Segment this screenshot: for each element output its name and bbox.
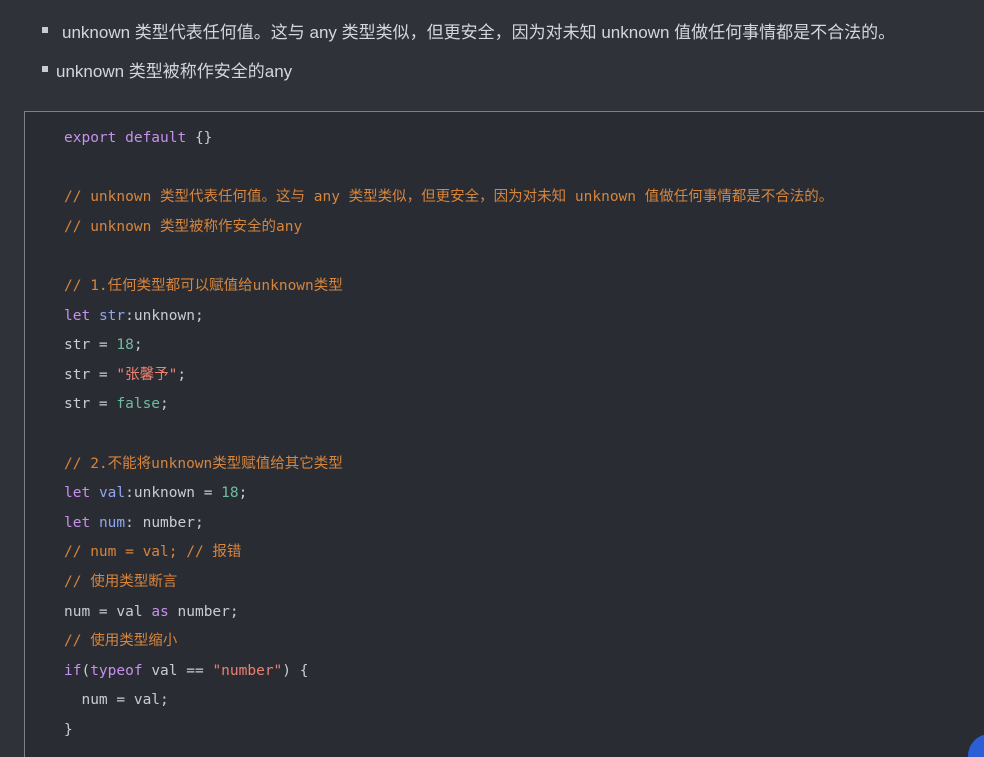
bullet-text: unknown 类型代表任何值。这与 any 类型类似，但更安全，因为对未知 u… bbox=[62, 22, 896, 42]
bullet-text: unknown 类型被称作安全的any bbox=[56, 61, 293, 81]
code-token: // unknown 类型被称作安全的any bbox=[64, 218, 303, 235]
code-line: let val:unknown = 18; bbox=[64, 479, 833, 509]
code-token: let bbox=[64, 307, 91, 324]
code-line: // unknown 类型被称作安全的any bbox=[64, 213, 833, 243]
bullet-item: unknown 类型代表任何值。这与 any 类型类似，但更安全，因为对未知 u… bbox=[42, 15, 895, 45]
code-token: as bbox=[151, 603, 169, 620]
code-token: if bbox=[64, 662, 82, 679]
code-line: // 使用类型缩小 bbox=[64, 627, 833, 657]
code-token: :unknown; bbox=[125, 307, 204, 324]
code-line: str = 18; bbox=[64, 331, 833, 361]
code-token: // 使用类型断言 bbox=[64, 573, 178, 590]
bullet-marker bbox=[42, 66, 48, 72]
code-token: str = bbox=[64, 366, 117, 383]
code-line: // num = val; // 报错 bbox=[64, 538, 833, 568]
code-token: str = bbox=[64, 396, 117, 413]
code-line: num = val as number; bbox=[64, 598, 833, 628]
code-line: // 1.任何类型都可以赋值给unknown类型 bbox=[64, 272, 833, 302]
code-line: // 使用类型断言 bbox=[64, 568, 833, 598]
code-token: ; bbox=[177, 366, 187, 383]
code-token: val bbox=[98, 485, 126, 502]
code-token: // num = val; // 报错 bbox=[64, 544, 242, 561]
code-token: "张馨予" bbox=[116, 366, 178, 383]
bullet-item: unknown 类型被称作安全的any bbox=[42, 54, 292, 84]
code-lines: export default {} // unknown 类型代表任何值。这与 … bbox=[64, 124, 833, 745]
code-token: :unknown = bbox=[125, 485, 222, 502]
code-line: // unknown 类型代表任何值。这与 any 类型类似，但更安全，因为对未… bbox=[64, 183, 833, 213]
code-token: ( bbox=[81, 662, 91, 679]
code-token: ; bbox=[133, 337, 143, 354]
code-line: // 2.不能将unknown类型赋值给其它类型 bbox=[64, 450, 833, 480]
code-token: str bbox=[98, 307, 126, 324]
code-token: // 1.任何类型都可以赋值给unknown类型 bbox=[64, 277, 343, 294]
code-token: ; bbox=[160, 396, 169, 413]
code-token: val == bbox=[142, 662, 213, 679]
code-token: let bbox=[64, 514, 91, 531]
code-token: num = val; bbox=[64, 692, 169, 709]
code-token: 18 bbox=[116, 337, 134, 354]
code-line: let num: number; bbox=[64, 509, 833, 539]
code-token: num bbox=[98, 514, 126, 531]
code-token: let bbox=[64, 485, 91, 502]
code-line: export default {} bbox=[64, 124, 833, 154]
code-token: export default bbox=[64, 130, 187, 146]
code-token: ) { bbox=[282, 662, 309, 679]
code-line: str = false; bbox=[64, 390, 833, 420]
code-token: num = val bbox=[64, 603, 152, 620]
code-token: // unknown 类型代表任何值。这与 any 类型类似，但更安全，因为对未… bbox=[64, 189, 834, 206]
code-token: } bbox=[64, 721, 73, 738]
code-line: let str:unknown; bbox=[64, 302, 833, 332]
code-token: false bbox=[116, 396, 161, 413]
code-token: // 2.不能将unknown类型赋值给其它类型 bbox=[64, 455, 343, 472]
code-token: str = bbox=[64, 337, 117, 354]
code-line: if(typeof val == "number") { bbox=[64, 657, 833, 687]
bullet-marker bbox=[42, 27, 48, 33]
code-line: str = "张馨予"; bbox=[64, 361, 833, 391]
code-token: typeof bbox=[90, 662, 143, 679]
code-token: "number" bbox=[212, 662, 283, 679]
code-line: num = val; bbox=[64, 686, 833, 716]
code-token: 18 bbox=[221, 485, 239, 502]
code-token: : number; bbox=[125, 514, 204, 531]
code-token: number; bbox=[168, 603, 239, 620]
code-line: } bbox=[64, 716, 833, 746]
code-token: ; bbox=[238, 485, 248, 502]
code-block: export default {} // unknown 类型代表任何值。这与 … bbox=[24, 111, 984, 757]
code-token: // 使用类型缩小 bbox=[64, 633, 178, 650]
code-token: {} bbox=[186, 130, 213, 146]
